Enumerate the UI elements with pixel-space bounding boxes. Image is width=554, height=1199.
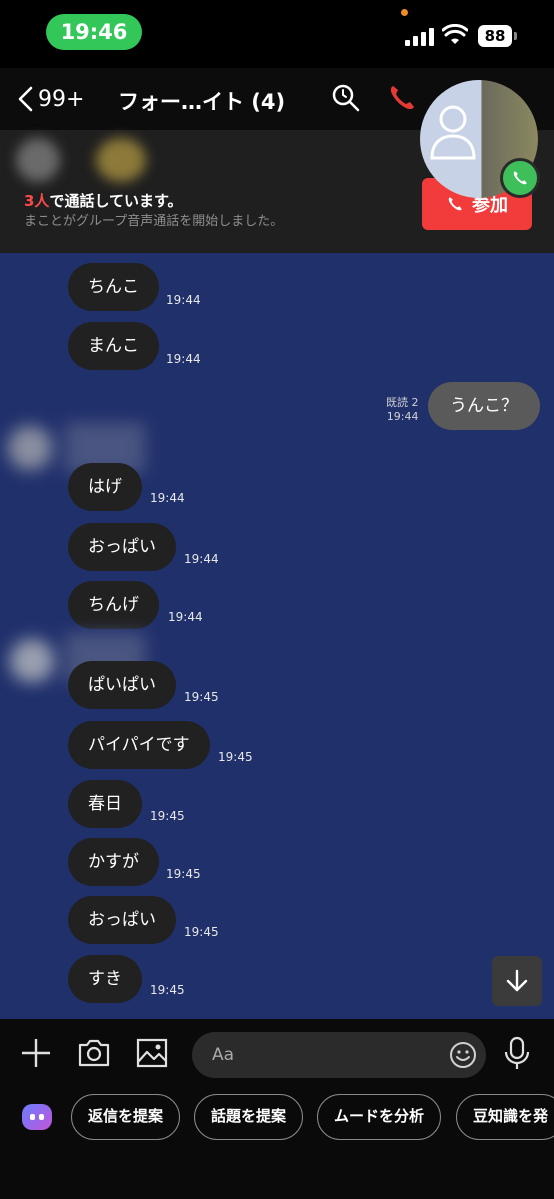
scroll-to-bottom-button[interactable] bbox=[492, 956, 542, 1006]
battery-level: 88 bbox=[478, 25, 512, 47]
participant-avatar bbox=[96, 138, 146, 182]
message-bubble[interactable]: まんこ bbox=[68, 322, 159, 370]
status-bar: 19:46 88 bbox=[0, 0, 554, 68]
message-time: 19:44 bbox=[150, 491, 185, 505]
message-bubble[interactable]: はげ bbox=[68, 463, 142, 511]
phone-call-icon[interactable] bbox=[386, 82, 418, 114]
message-bubble[interactable]: ちんこ bbox=[68, 263, 159, 311]
read-receipt: 既読 2 19:44 bbox=[386, 396, 419, 423]
trivia-chip[interactable]: 豆知識を発 bbox=[456, 1094, 554, 1140]
message-bubble[interactable]: かすが bbox=[68, 838, 159, 886]
plus-icon[interactable] bbox=[18, 1035, 54, 1071]
chevron-left-icon bbox=[18, 86, 33, 112]
chat-title[interactable]: フォー…イト (4) bbox=[118, 86, 285, 116]
message-time: 19:45 bbox=[150, 809, 185, 823]
unread-count: 99+ bbox=[38, 86, 85, 112]
message-bubble[interactable]: ちんげ bbox=[68, 581, 159, 629]
message-bubble[interactable]: おっぱい bbox=[68, 896, 176, 944]
status-time[interactable]: 19:46 bbox=[46, 14, 142, 50]
ai-bot-icon[interactable] bbox=[22, 1104, 52, 1130]
message-time: 19:44 bbox=[166, 352, 201, 366]
arrow-down-icon bbox=[506, 969, 528, 992]
message-bubble[interactable]: すき bbox=[68, 955, 142, 1003]
message-time: 19:45 bbox=[218, 750, 253, 764]
suggest-reply-chip[interactable]: 返信を提案 bbox=[71, 1094, 181, 1140]
wifi-icon bbox=[442, 24, 468, 44]
participant-avatar bbox=[16, 138, 60, 182]
message-bubble[interactable]: おっぱい bbox=[68, 523, 176, 571]
call-participant-count: 3人で通話しています。 bbox=[24, 192, 183, 210]
person-icon bbox=[430, 105, 476, 160]
analyze-mood-chip[interactable]: ムードを分析 bbox=[317, 1094, 442, 1140]
active-call-badge bbox=[500, 158, 540, 198]
message-time: 19:45 bbox=[184, 690, 219, 704]
message-time: 19:44 bbox=[166, 293, 201, 307]
chat-messages[interactable]: ちんこ 19:44 まんこ 19:44 既読 2 19:44 うんこ？ はげ 19… bbox=[0, 253, 554, 1019]
message-bubble[interactable]: 春日 bbox=[68, 780, 142, 828]
message-time: 19:44 bbox=[168, 610, 203, 624]
message-input[interactable]: Aa bbox=[192, 1032, 486, 1078]
message-time: 19:45 bbox=[150, 983, 185, 997]
back-button[interactable]: 99+ bbox=[16, 82, 84, 116]
message-time: 19:45 bbox=[184, 925, 219, 939]
message-time: 19:45 bbox=[166, 867, 201, 881]
cellular-signal-icon bbox=[405, 26, 435, 46]
search-icon[interactable] bbox=[330, 82, 362, 114]
suggest-topic-chip[interactable]: 話題を提案 bbox=[194, 1094, 304, 1140]
call-subtitle: まことがグループ音声通話を開始しました。 bbox=[24, 214, 284, 229]
message-bubble[interactable]: パイパイです bbox=[68, 721, 210, 769]
message-bubble[interactable]: ぱいぱい bbox=[68, 661, 176, 709]
message-time: 19:44 bbox=[184, 552, 219, 566]
my-message-bubble[interactable]: うんこ？ bbox=[428, 382, 540, 430]
camera-icon[interactable] bbox=[76, 1035, 112, 1071]
phone-icon bbox=[513, 171, 527, 185]
phone-icon bbox=[448, 197, 462, 211]
mic-indicator-dot bbox=[401, 9, 408, 16]
emoji-icon[interactable] bbox=[448, 1040, 478, 1070]
image-icon[interactable] bbox=[134, 1035, 170, 1071]
battery-tip bbox=[514, 32, 517, 40]
microphone-icon[interactable] bbox=[504, 1036, 530, 1072]
